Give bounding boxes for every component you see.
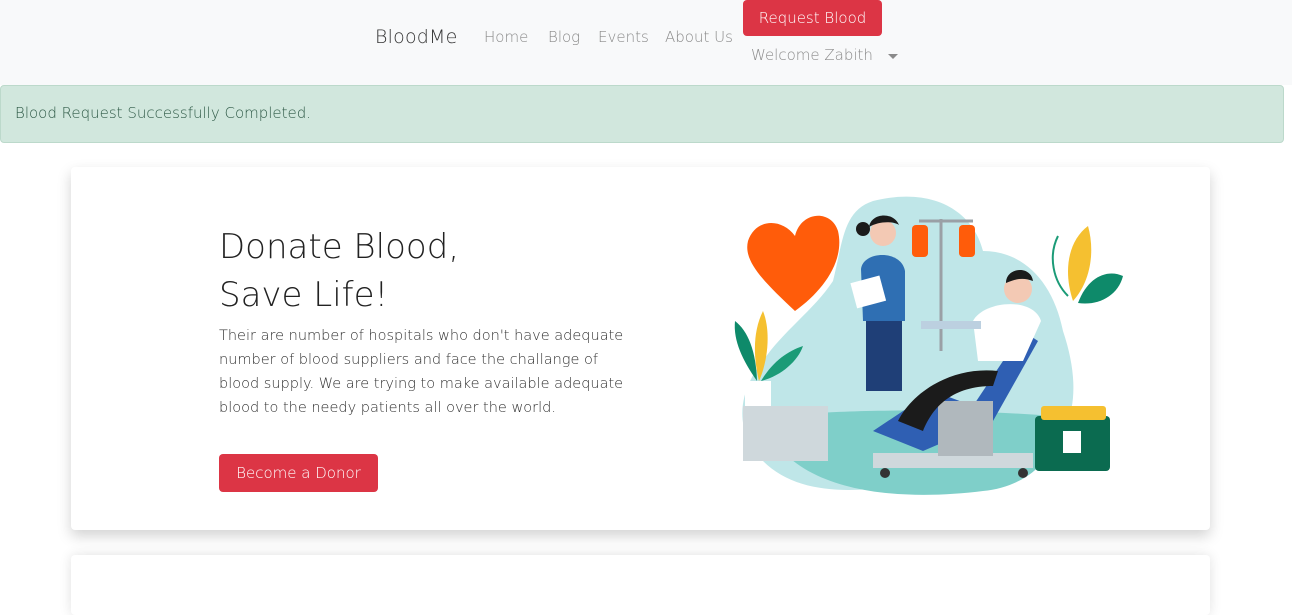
brand-logo-link[interactable]: BloodMe [375, 26, 458, 48]
request-blood-button[interactable]: Request Blood [743, 0, 882, 36]
hero-title-line1: Donate Blood, [219, 227, 460, 267]
hero-title-line2: Save Life! [219, 275, 389, 315]
nav-link-events[interactable]: Events [598, 28, 649, 46]
blood-donation-illustration [734, 196, 1123, 495]
user-menu-dropdown[interactable]: Welcome Zabith [751, 46, 873, 64]
success-alert: Blood Request Successfully Completed. [0, 85, 1284, 143]
nav-link-home[interactable]: Home [484, 28, 528, 46]
alert-message: Blood Request Successfully Completed. [15, 104, 312, 122]
secondary-card [71, 555, 1210, 615]
nav-link-about-us[interactable]: About Us [665, 28, 733, 46]
hero-description: Their are number of hospitals who don't … [219, 328, 624, 416]
caret-down-icon[interactable] [888, 54, 898, 59]
hero-card: Donate Blood, Save Life! Their are numbe… [71, 167, 1210, 530]
nav-link-blog[interactable]: Blog [548, 28, 580, 46]
navbar: BloodMe Home Blog Events About Us Reques… [0, 0, 1292, 85]
become-donor-button[interactable]: Become a Donor [219, 454, 378, 492]
hero-title: Donate Blood, Save Life! [219, 223, 579, 319]
